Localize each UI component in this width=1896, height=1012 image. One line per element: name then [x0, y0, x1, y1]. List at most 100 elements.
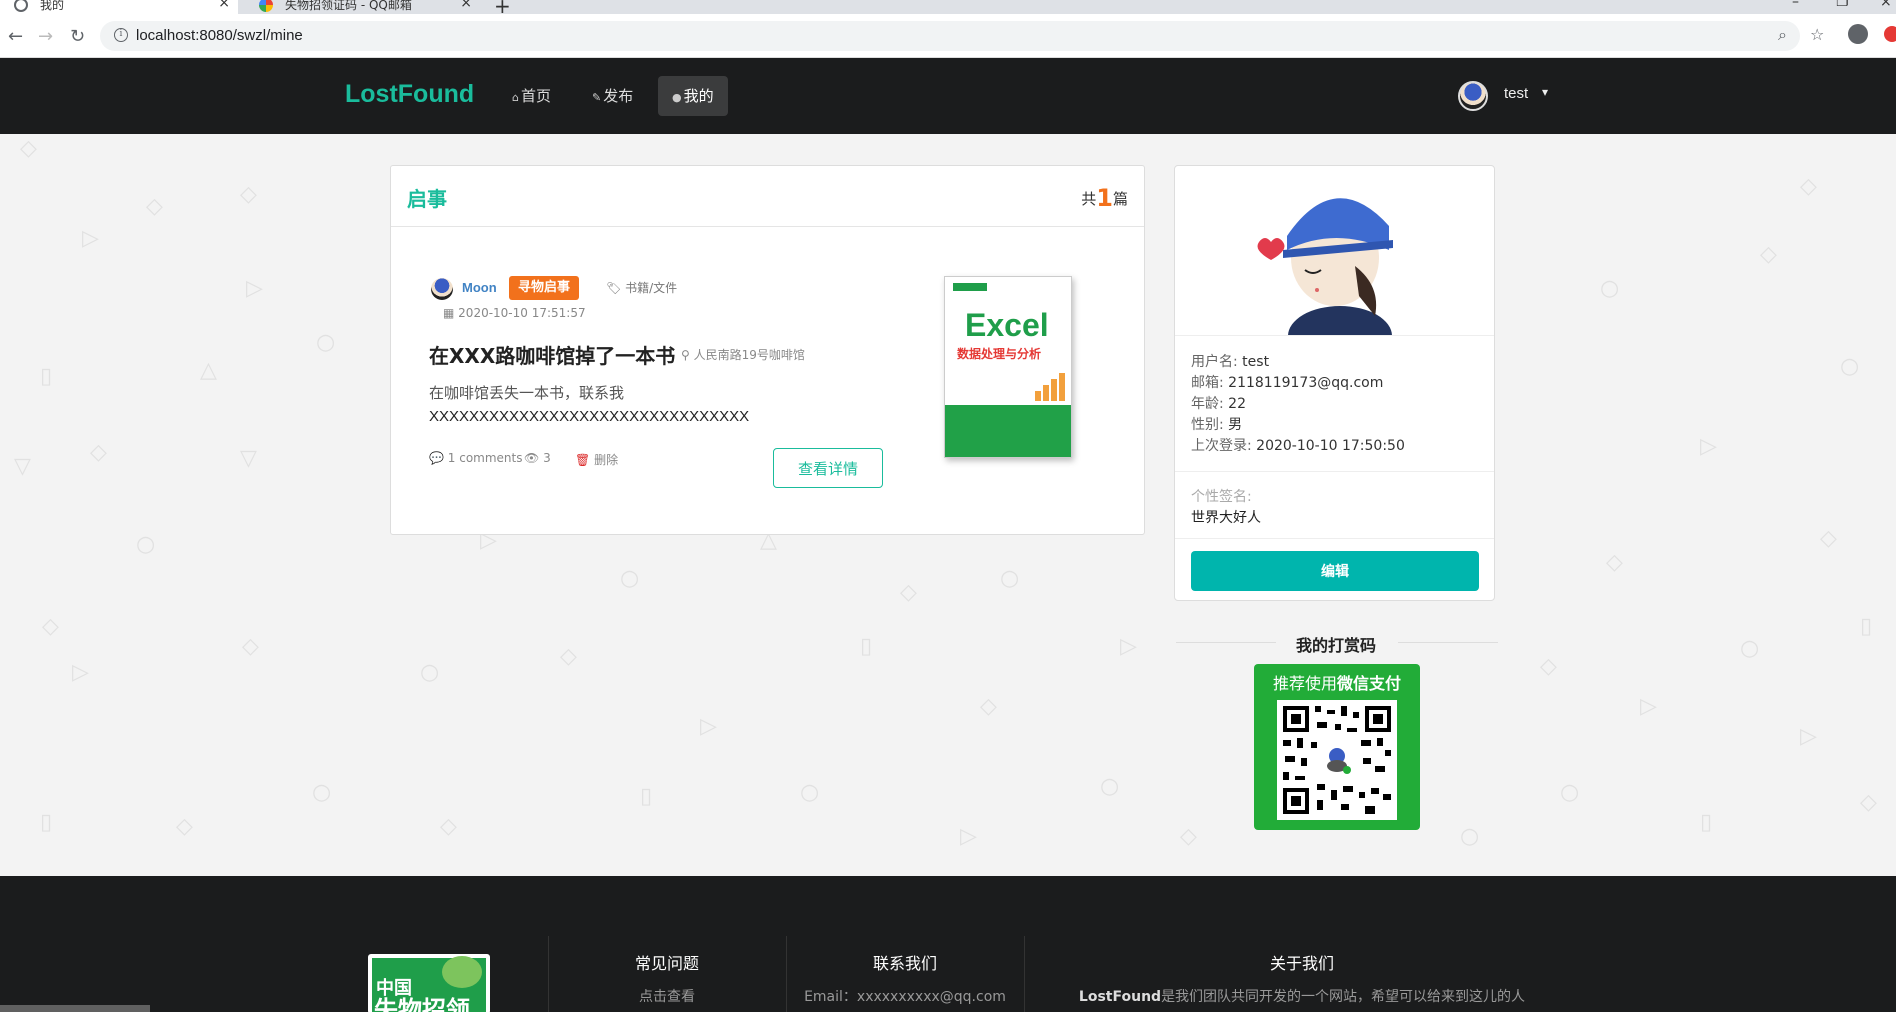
book-cover-stripe [945, 405, 1071, 457]
profile-email-row: 邮箱: 2118119173@qq.com [1191, 373, 1405, 394]
post-image[interactable]: Excel 数据处理与分析 [944, 276, 1072, 458]
minimize-button[interactable]: – [1792, 0, 1799, 10]
site-navbar: LostFound ⌂ 首页 ✎ 发布 ● 我的 test ▾ [0, 58, 1896, 134]
book-chart-bar [1051, 379, 1057, 401]
nav-mine[interactable]: ● 我的 [658, 76, 728, 116]
post-location-label: 人民南路19号咖啡馆 [693, 348, 805, 362]
post-type-badge: 寻物启事 [509, 276, 580, 300]
tab-title: 失物招领证码 - QQ邮箱 [285, 0, 412, 12]
info-icon[interactable]: i [114, 28, 128, 42]
posts-count-suffix: 篇 [1112, 190, 1128, 208]
post-description-line1: 在咖啡馆丢失一本书，联系我 [429, 384, 625, 402]
user-menu-name[interactable]: test [1504, 85, 1528, 102]
bookmark-star-icon[interactable]: ☆ [1810, 25, 1824, 44]
profile-age-row: 年龄: 22 [1191, 394, 1405, 415]
forward-button[interactable]: → [38, 26, 53, 47]
close-window-button[interactable]: × [1880, 0, 1892, 10]
post-date: ▦ 2020-10-10 17:51:57 [443, 306, 586, 320]
footer-about-brand: LostFound [1078, 989, 1162, 1005]
post-author[interactable]: Moon [462, 280, 497, 295]
post-comments[interactable]: 💬 1 comments [429, 451, 523, 465]
footer-about-body: 是我们团队共同开发的一个网站，希望可以给来到这儿的人 [1161, 989, 1526, 1005]
post-views-label: 3 [543, 451, 551, 465]
tab-close-icon[interactable]: × [218, 0, 230, 10]
posts-count-number: 1 [1096, 184, 1113, 212]
profile-username-row: 用户名: test [1191, 352, 1405, 373]
browser-tab-inactive[interactable]: 失物招领证码 - QQ邮箱 × [245, 0, 480, 14]
browser-tab-strip: 我的 × 失物招领证码 - QQ邮箱 × + – ❐ × [0, 0, 1896, 18]
user-icon: ● [672, 91, 682, 104]
footer-logo-line2: 失物招领 [374, 996, 470, 1012]
last-login-value: 2020-10-10 17:50:50 [1256, 438, 1405, 454]
reload-button[interactable]: ↻ [70, 26, 85, 47]
restore-button[interactable]: ❐ [1836, 0, 1849, 10]
chrome-icon [259, 0, 273, 12]
nav-publish-label: 发布 [603, 87, 634, 105]
posts-card-title: 启事 [407, 187, 447, 211]
profile-avatar-image [1175, 166, 1494, 336]
edit-icon: ✎ [592, 91, 602, 104]
book-chart-bar [1043, 385, 1049, 401]
browser-status-bar [0, 1005, 150, 1012]
post-author-avatar[interactable] [431, 278, 453, 300]
post-date-label: 2020-10-10 17:51:57 [458, 306, 586, 320]
frog-icon [442, 956, 482, 988]
view-detail-button[interactable]: 查看详情 [773, 448, 883, 488]
tab-close-icon[interactable]: × [460, 0, 472, 10]
signature-value: 世界大好人 [1191, 510, 1261, 526]
post-location: ⚲ 人民南路19号咖啡馆 [681, 346, 805, 363]
email-label: 邮箱: [1191, 375, 1224, 391]
edit-profile-button[interactable]: 编辑 [1191, 551, 1479, 591]
nav-mine-label: 我的 [683, 87, 714, 105]
reward-title: 我的打赏码 [1295, 636, 1376, 655]
book-chart-bar [1035, 391, 1041, 401]
trash-icon: 🗑 [575, 453, 591, 467]
post-comments-label: 1 comments [447, 451, 523, 465]
qr-header-prefix: 推荐使用 [1272, 674, 1337, 693]
post-views: 👁 3 [524, 451, 551, 465]
qr-code-image [1277, 700, 1397, 820]
extension-icon[interactable] [1884, 26, 1896, 42]
footer-faq-title: 常见问题 [634, 954, 699, 973]
nav-home-label: 首页 [520, 87, 551, 105]
post-description: 在咖啡馆丢失一本书，联系我 XXXXXXXXXXXXXXXXXXXXXXXXXX… [429, 381, 809, 429]
address-bar[interactable]: i localhost:8080/swzl/mine ⌕ ☆ [100, 21, 1824, 51]
email-value: 2118119173@qq.com [1228, 375, 1384, 391]
home-icon: ⌂ [512, 91, 519, 104]
address-toolbar: ← → ↻ i localhost:8080/swzl/mine ⌕ ☆ [0, 14, 1896, 58]
map-pin-icon: ⚲ [681, 348, 690, 362]
post-category-label: 书籍/文件 [625, 281, 678, 295]
browser-tab-active[interactable]: 我的 × [0, 0, 238, 14]
caret-down-icon[interactable]: ▾ [1542, 85, 1548, 99]
zoom-icon[interactable]: ⌕ [1778, 25, 1787, 45]
tag-icon: 🏷 [606, 281, 622, 295]
footer-faq-link[interactable]: 点击查看 [548, 986, 786, 1006]
signature-label: 个性签名: [1191, 489, 1252, 505]
footer-about-text: LostFound是我们团队共同开发的一个网站，希望可以给来到这儿的人 [1024, 986, 1580, 1006]
url-text[interactable]: localhost:8080/swzl/mine [136, 27, 303, 44]
post-category: 🏷 书籍/文件 [606, 279, 677, 296]
nav-publish[interactable]: ✎ 发布 [578, 76, 647, 116]
brand-logo[interactable]: LostFound [345, 80, 474, 109]
post-title[interactable]: 在XXX路咖啡馆掉了一本书 [429, 340, 675, 369]
post-delete[interactable]: 🗑 删除 [575, 451, 618, 468]
gender-value: 男 [1228, 417, 1243, 433]
last-login-label: 上次登录: [1191, 438, 1252, 454]
footer-contact-email: Email：xxxxxxxxxx@qq.com [804, 989, 1006, 1005]
nav-home[interactable]: ⌂ 首页 [498, 76, 565, 116]
avatar[interactable] [1458, 81, 1488, 111]
footer-about-title: 关于我们 [1269, 954, 1334, 973]
book-chart-bar [1059, 373, 1065, 401]
age-label: 年龄: [1191, 396, 1224, 412]
qr-header: 推荐使用微信支付 [1254, 670, 1420, 694]
posts-card: 启事 共1篇 Moon 寻物启事 🏷 书籍/文件 ▦ 2020-10-10 17… [390, 165, 1145, 535]
post-delete-label: 删除 [594, 453, 619, 467]
browser-profile-icon[interactable] [1848, 24, 1868, 44]
calendar-icon: ▦ [443, 306, 455, 320]
back-button[interactable]: ← [8, 26, 23, 47]
tab-title: 我的 [40, 0, 65, 12]
book-cover-subtitle: 数据处理与分析 [957, 347, 1042, 361]
posts-count: 共1篇 [1081, 184, 1128, 212]
age-value: 22 [1228, 396, 1246, 412]
comment-icon: 💬 [429, 451, 444, 465]
